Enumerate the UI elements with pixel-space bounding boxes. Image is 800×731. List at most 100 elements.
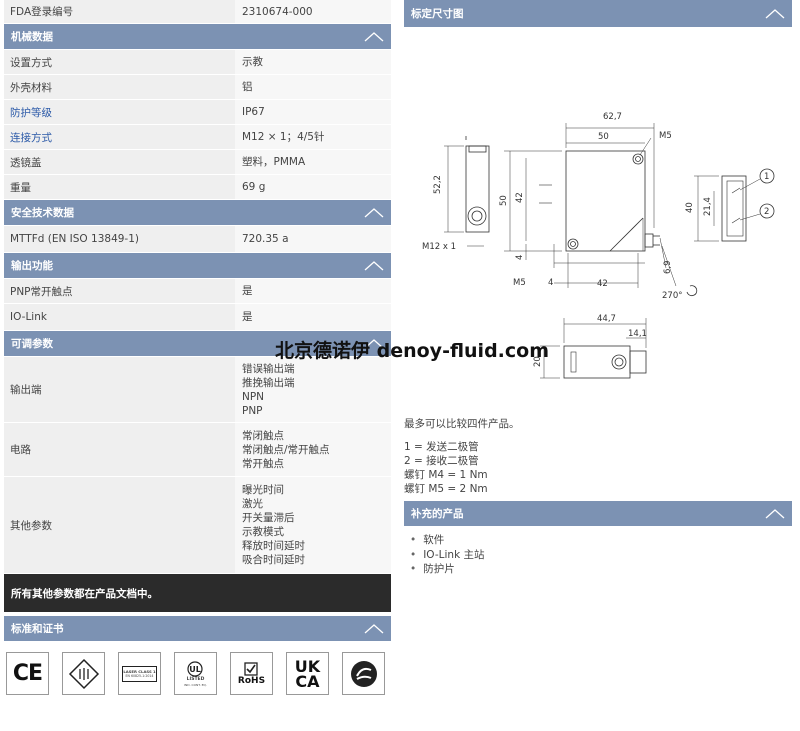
legend-line: 螺钉 M4 = 1 Nm (404, 469, 488, 481)
chevron-up-icon[interactable] (363, 207, 385, 219)
dim-label: 62,7 (603, 112, 622, 122)
spec-value-item: 释放时间延时 (242, 540, 305, 552)
list-item[interactable]: 软件 (410, 533, 792, 548)
dim-label: 1 (764, 172, 769, 182)
spec-value-item: 示教模式 (242, 526, 284, 538)
dim-label: 50 (598, 132, 609, 142)
spec-key: 电路 (4, 423, 235, 476)
dim-label: 6,9 (663, 260, 673, 274)
spec-key: FDA登录编号 (4, 0, 235, 23)
spec-value: M12 × 1；4/5针 (235, 125, 391, 149)
certification-seal-icon (342, 652, 385, 695)
chevron-up-icon[interactable] (764, 8, 786, 20)
section-header-mechanical[interactable]: 机械数据 (4, 24, 391, 50)
section-title: 补充的产品 (411, 508, 464, 520)
dim-label: 42 (515, 192, 525, 203)
list-item[interactable]: IO-Link 主站 (410, 548, 792, 563)
watermark-text: 北京德诺伊 denoy-fluid.com (275, 340, 550, 362)
section-header-safety[interactable]: 安全技术数据 (4, 200, 391, 226)
dim-label: 270° (662, 291, 682, 301)
spec-row: IO-Link 是 (4, 304, 391, 331)
spec-key-link[interactable]: 连接方式 (4, 125, 235, 149)
ul-listed-icon: UL LISTED IND. CONT. EQ. (174, 652, 217, 695)
spec-row-fda: FDA登录编号 2310674-000 (4, 0, 391, 24)
ip-protection-icon (62, 652, 105, 695)
dim-label: 52,2 (433, 175, 443, 194)
spec-value-item: NPN (242, 390, 265, 403)
legend-line: 1 = 发送二极管 (404, 441, 479, 453)
section-header-dimension[interactable]: 标定尺寸图 (404, 0, 792, 28)
list-item[interactable]: 防护片 (410, 562, 792, 577)
section-title: 输出功能 (11, 260, 53, 272)
dim-label: 50 (499, 195, 509, 206)
ukca-icon: UK CA (286, 652, 329, 695)
spec-key: 设置方式 (4, 50, 235, 74)
spec-value: 示教 (235, 50, 391, 74)
chevron-up-icon[interactable] (363, 623, 385, 635)
section-title: 标定尺寸图 (411, 8, 464, 20)
dim-label: M12 x 1 (422, 242, 456, 252)
spec-row: 重量 69 g (4, 175, 391, 200)
spec-value: 2310674-000 (235, 0, 391, 23)
spec-row: 连接方式 M12 × 1；4/5针 (4, 125, 391, 150)
section-header-standards[interactable]: 标准和证书 (4, 616, 391, 642)
spec-value: 是 (235, 304, 391, 330)
spec-key: MTTFd (EN ISO 13849-1) (4, 226, 235, 252)
spec-row: 防护等级 IP67 (4, 100, 391, 125)
dim-label: 14,1 (628, 329, 647, 339)
dim-label: 42 (597, 279, 608, 289)
ce-mark-icon: CE (6, 652, 49, 695)
dim-label: 4 (548, 278, 553, 288)
spec-key: 外壳材料 (4, 75, 235, 99)
mechanical-rows: 设置方式 示教 外壳材料 铝 防护等级 IP67 连接方式 M12 × 1；4/… (4, 50, 391, 200)
spec-value-item: 开关量滞后 (242, 512, 295, 524)
spec-value-list: 曝光时间 激光 开关量滞后 示教模式 释放时间延时 吸合时间延时 (235, 477, 391, 573)
spec-row: PNP常开触点 是 (4, 279, 391, 304)
certificate-badges: CE LASER CLASS 1 EN 60825-1:2014 UL LIST… (4, 642, 391, 695)
spec-value-item: 常闭触点/常开触点 (242, 443, 330, 456)
chevron-up-icon[interactable] (764, 508, 786, 520)
section-header-output[interactable]: 输出功能 (4, 253, 391, 279)
spec-row: 外壳材料 铝 (4, 75, 391, 100)
legend-line: 螺钉 M5 = 2 Nm (404, 483, 488, 495)
dim-label: 40 (685, 202, 695, 213)
spec-value-item: 曝光时间 (242, 484, 284, 496)
spec-key-link[interactable]: 防护等级 (4, 100, 235, 124)
spec-key: 透镜盖 (4, 150, 235, 174)
spec-row: 设置方式 示教 (4, 50, 391, 75)
spec-key: 其他参数 (4, 477, 235, 573)
spec-key: 输出端 (4, 357, 235, 422)
legend-line: 2 = 接收二极管 (404, 455, 479, 467)
legend-block: 1 = 发送二极管 2 = 接收二极管 螺钉 M4 = 1 Nm 螺钉 M5 =… (404, 440, 792, 496)
spec-value-item: PNP (242, 404, 263, 417)
documentation-note-bar: 所有其他参数都在产品文档中。 (4, 574, 391, 612)
spec-value-item: 吸合时间延时 (242, 554, 305, 566)
rohs-icon: RoHS (230, 652, 273, 695)
spec-value-item: 推挽输出端 (242, 376, 295, 389)
spec-value: IP67 (235, 100, 391, 124)
spec-row: 输出端 错误输出端 推挽输出端 NPN PNP (4, 357, 391, 423)
spec-key: IO-Link (4, 304, 235, 330)
spec-row: 电路 常闭触点 常闭触点/常开触点 常开触点 (4, 423, 391, 477)
dim-label: M5 (659, 131, 672, 141)
chevron-up-icon[interactable] (363, 260, 385, 272)
spec-row: 其他参数 曝光时间 激光 开关量滞后 示教模式 释放时间延时 吸合时间延时 (4, 477, 391, 574)
dim-label: 44,7 (597, 314, 616, 324)
spec-value-list: 常闭触点 常闭触点/常开触点 常开触点 (235, 423, 391, 476)
spec-key: PNP常开触点 (4, 279, 235, 303)
svg-text:UL: UL (190, 665, 202, 674)
section-title: 安全技术数据 (11, 207, 74, 219)
spec-value-item: 常开触点 (242, 457, 284, 470)
dim-label: 4 (515, 255, 525, 260)
section-title: 机械数据 (11, 31, 53, 43)
spec-value: 塑料，PMMA (235, 150, 391, 174)
spec-value: 是 (235, 279, 391, 303)
section-header-supplementary[interactable]: 补充的产品 (404, 501, 792, 527)
spec-key: 重量 (4, 175, 235, 199)
laser-class-icon: LASER CLASS 1 EN 60825-1:2014 (118, 652, 161, 695)
chevron-up-icon[interactable] (363, 31, 385, 43)
supplementary-list: 软件 IO-Link 主站 防护片 (404, 533, 792, 577)
spec-value: 720.35 a (235, 226, 391, 252)
dim-label: M5 (513, 278, 526, 288)
spec-value-item: 常闭触点 (242, 429, 284, 442)
